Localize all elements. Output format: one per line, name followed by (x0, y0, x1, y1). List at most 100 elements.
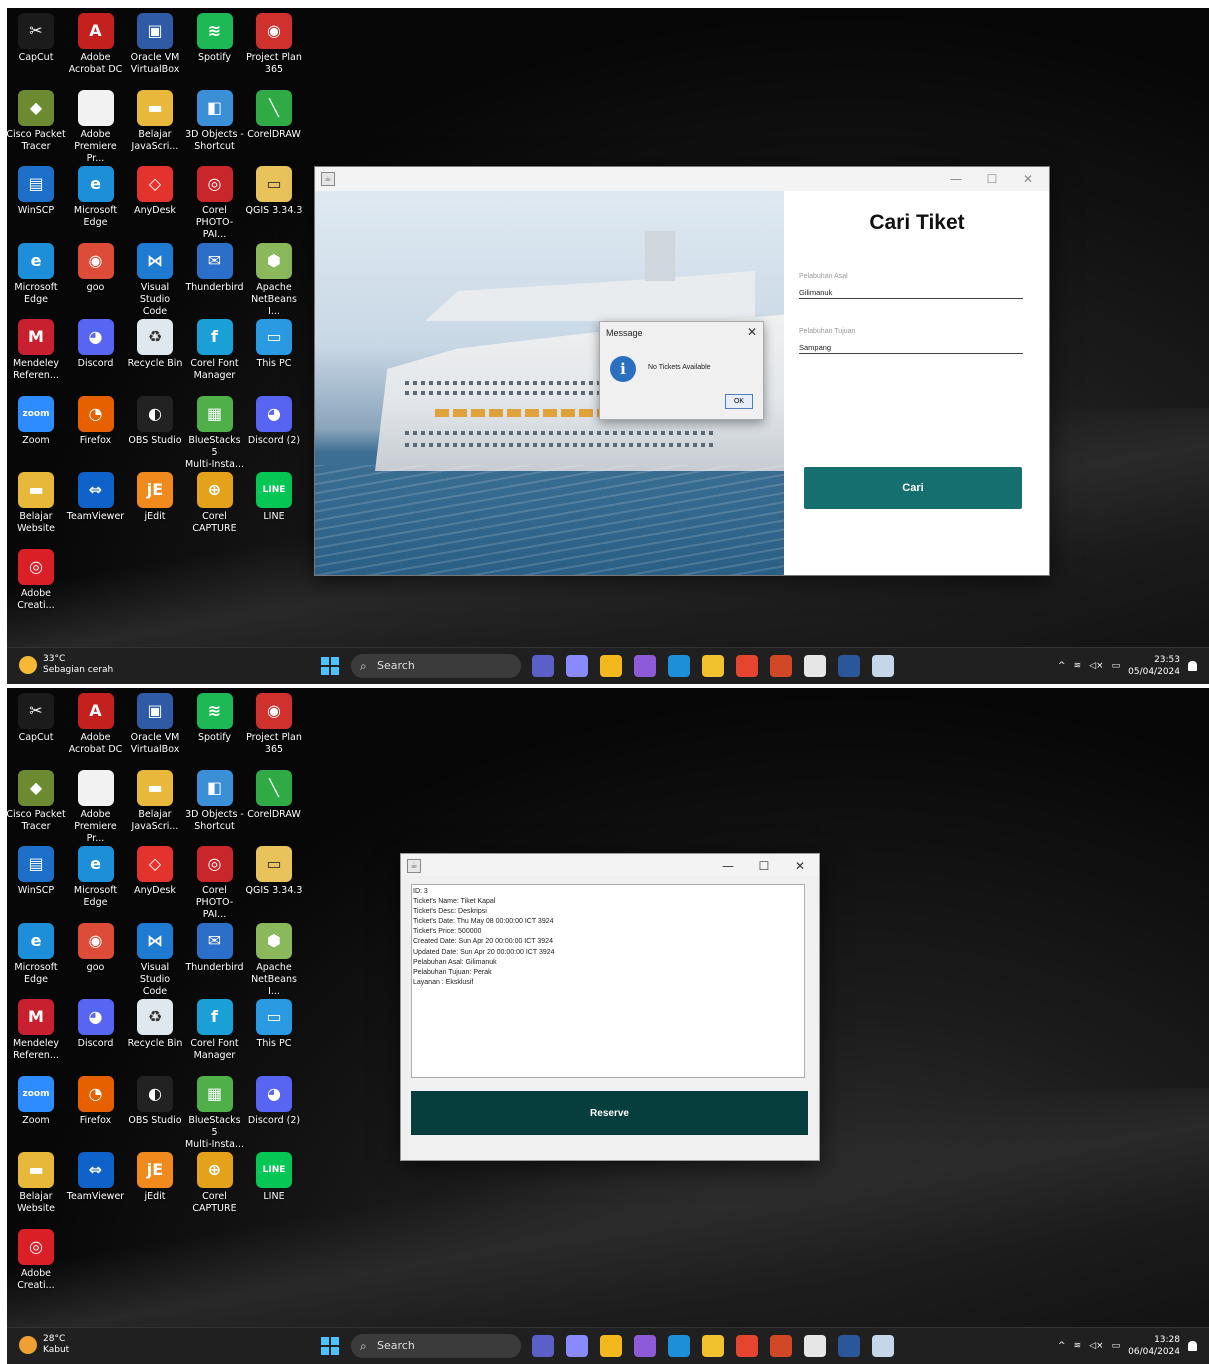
word-icon[interactable] (838, 1335, 860, 1357)
desktop-icon[interactable]: ◔ Firefox (66, 1075, 126, 1127)
desktop-icon[interactable]: ◕ Discord (2) (244, 1075, 304, 1127)
desktop-icon[interactable]: ▣ Oracle VM VirtualBox (125, 13, 185, 76)
desktop-icon[interactable]: ◐ OBS Studio (125, 1075, 185, 1127)
desktop-icon[interactable]: ◕ Discord (2) (244, 395, 304, 447)
desktop-icon[interactable]: ▭ QGIS 3.34.3 (244, 166, 304, 217)
clock[interactable]: 23:53 05/04/2024 (1128, 654, 1180, 678)
desktop-icon[interactable]: ◎ Adobe Creati... (7, 1228, 66, 1292)
desktop-icon[interactable]: ╲ CorelDRAW (244, 769, 304, 821)
desktop-icon[interactable]: ♻ Recycle Bin (125, 319, 185, 370)
desktop-icon[interactable]: LINE LINE (244, 1152, 304, 1203)
desktop-icon[interactable]: ✉ Thunderbird (185, 922, 245, 974)
powerpoint-icon[interactable] (770, 655, 792, 677)
desktop-icon[interactable]: ▭ QGIS 3.34.3 (244, 846, 304, 897)
desktop-icon[interactable]: ⊕ Corel CAPTURE (185, 472, 245, 535)
desktop-icon[interactable]: ≋ Spotify (185, 13, 245, 64)
desktop-icon[interactable]: ✂ CapCut (7, 13, 66, 64)
desktop-icon[interactable]: Adobe Premiere Pr... (66, 769, 126, 845)
desktop-icon[interactable]: ◧ 3D Objects - Shortcut (185, 769, 245, 833)
wifi-icon[interactable]: ≋ (1074, 1341, 1082, 1351)
desktop-icon[interactable]: ▤ WinSCP (7, 846, 66, 897)
taskbar-search[interactable]: ⌕ Search (351, 1334, 521, 1358)
clock[interactable]: 13:28 06/04/2024 (1128, 1334, 1180, 1358)
volume-icon[interactable]: ◁× (1089, 661, 1103, 671)
desktop-icon[interactable]: e Microsoft Edge (7, 922, 66, 986)
battery-icon[interactable]: ▭ (1112, 1341, 1121, 1351)
desktop-icon[interactable]: ▬ Belajar JavaScri... (125, 769, 185, 833)
desktop-icon[interactable]: ◐ OBS Studio (125, 395, 185, 447)
file-explorer-icon[interactable] (702, 655, 724, 677)
minimize-button[interactable]: — (711, 854, 745, 878)
desktop-icon[interactable]: ◆ Cisco Packet Tracer (7, 89, 66, 153)
taskbar-search[interactable]: ⌕ Search (351, 654, 521, 678)
desktop-icon[interactable]: ▦ BlueStacks 5 Multi-Insta... (185, 1075, 245, 1151)
chevron-up-icon[interactable]: ^ (1058, 661, 1066, 671)
windows-start-icon[interactable] (321, 1337, 339, 1355)
chrome-icon[interactable] (600, 1335, 622, 1357)
weather-widget[interactable]: 28°C Kabut (19, 1334, 69, 1356)
destination-field[interactable]: Sampang (799, 343, 1023, 354)
notification-bell-icon[interactable] (1188, 661, 1197, 671)
desktop-icon[interactable]: ◆ Cisco Packet Tracer (7, 769, 66, 833)
desktop-icon[interactable]: e Microsoft Edge (7, 242, 66, 306)
desktop-icon[interactable]: jE jEdit (125, 1152, 185, 1203)
ok-button[interactable]: OK (725, 394, 753, 409)
word-icon[interactable] (838, 655, 860, 677)
desktop-icon[interactable]: ◔ Firefox (66, 395, 126, 447)
close-button[interactable]: ✕ (783, 854, 817, 878)
desktop-icon[interactable]: A Adobe Acrobat DC (66, 13, 126, 76)
chrome-alt-icon[interactable] (736, 1335, 758, 1357)
desktop-icon[interactable]: ▭ This PC (244, 999, 304, 1050)
desktop-icon[interactable]: jE jEdit (125, 472, 185, 523)
desktop-icon[interactable]: ╲ CorelDRAW (244, 89, 304, 141)
file-explorer-icon[interactable] (702, 1335, 724, 1357)
desktop-icon[interactable]: ◇ AnyDesk (125, 846, 185, 897)
desktop-icon[interactable]: ◉ Project Plan 365 (244, 693, 304, 756)
cari-button[interactable]: Cari (804, 467, 1022, 509)
teams-icon[interactable] (532, 655, 554, 677)
visual-studio-icon[interactable] (634, 655, 656, 677)
desktop-icon[interactable]: e Microsoft Edge (66, 846, 126, 909)
desktop-icon[interactable]: ♻ Recycle Bin (125, 999, 185, 1050)
app-icon[interactable] (804, 1335, 826, 1357)
battery-icon[interactable]: ▭ (1112, 661, 1121, 671)
dialog-close-icon[interactable]: ✕ (747, 325, 757, 339)
desktop-icon[interactable]: ▣ Oracle VM VirtualBox (125, 693, 185, 756)
volume-icon[interactable]: ◁× (1089, 1341, 1103, 1351)
desktop-icon[interactable]: ⇔ TeamViewer (66, 1152, 126, 1203)
desktop-icon[interactable]: f Corel Font Manager (185, 319, 245, 382)
visual-studio-icon[interactable] (634, 1335, 656, 1357)
desktop-icon[interactable]: ⇔ TeamViewer (66, 472, 126, 523)
desktop-icon[interactable]: ▬ Belajar Website (7, 1152, 66, 1215)
desktop-icon[interactable]: ◉ goo (66, 922, 126, 974)
desktop-icon[interactable]: ⋈ Visual Studio Code (125, 922, 185, 998)
desktop-icon[interactable]: ⊕ Corel CAPTURE (185, 1152, 245, 1215)
desktop-icon[interactable]: ▤ WinSCP (7, 166, 66, 217)
powerpoint-icon[interactable] (770, 1335, 792, 1357)
desktop-icon[interactable]: ◉ Project Plan 365 (244, 13, 304, 76)
desktop-icon[interactable]: ◎ Adobe Creati... (7, 548, 66, 612)
store-icon[interactable] (566, 655, 588, 677)
edge-icon[interactable] (668, 1335, 690, 1357)
desktop-icon[interactable]: zoom Zoom (7, 1075, 66, 1127)
desktop-icon[interactable]: ⋈ Visual Studio Code (125, 242, 185, 318)
desktop-icon[interactable]: ◎ Corel PHOTO-PAI... (185, 846, 245, 921)
desktop-icon[interactable]: f Corel Font Manager (185, 999, 245, 1062)
notification-bell-icon[interactable] (1188, 1341, 1197, 1351)
teams-icon[interactable] (532, 1335, 554, 1357)
desktop-icon[interactable]: ✉ Thunderbird (185, 242, 245, 294)
desktop-icon[interactable]: A Adobe Acrobat DC (66, 693, 126, 756)
desktop-icon[interactable]: ▬ Belajar JavaScri... (125, 89, 185, 153)
java-icon[interactable] (872, 655, 894, 677)
edge-icon[interactable] (668, 655, 690, 677)
chrome-alt-icon[interactable] (736, 655, 758, 677)
desktop-icon[interactable]: ◎ Corel PHOTO-PAI... (185, 166, 245, 241)
java-icon[interactable] (872, 1335, 894, 1357)
desktop-icon[interactable]: ≋ Spotify (185, 693, 245, 744)
app-icon[interactable] (804, 655, 826, 677)
desktop-icon[interactable]: zoom Zoom (7, 395, 66, 447)
origin-field[interactable]: Gilimanuk (799, 288, 1023, 299)
desktop-icon[interactable]: ◕ Discord (66, 999, 126, 1050)
desktop-icon[interactable]: M Mendeley Referen... (7, 319, 66, 382)
minimize-button[interactable]: — (939, 167, 973, 191)
